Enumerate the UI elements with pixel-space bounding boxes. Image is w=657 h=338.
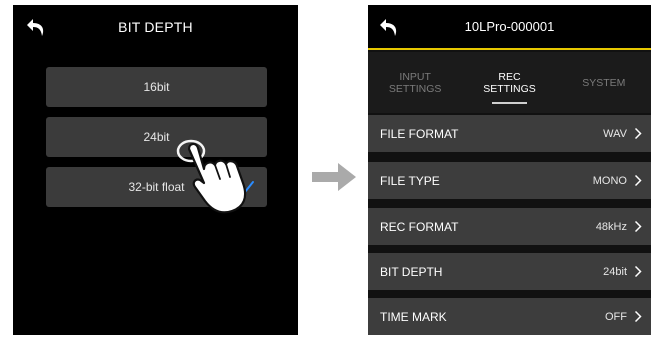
setting-label: FILE TYPE	[380, 173, 440, 188]
setting-row-bit-depth[interactable]: BIT DEPTH 24bit	[368, 253, 651, 290]
settings-tabs: INPUT SETTINGS REC SETTINGS SYSTEM	[368, 52, 651, 113]
chevron-right-icon	[634, 265, 642, 278]
setting-row-rec-format[interactable]: REC FORMAT 48kHz	[368, 208, 651, 245]
hand-tap-icon	[176, 139, 247, 214]
chevron-right-icon	[634, 127, 642, 140]
setting-value: 24bit	[603, 265, 627, 278]
option-label: 16bit	[143, 80, 170, 94]
device-name: 10LPro-000001	[464, 19, 555, 34]
chevron-right-icon	[634, 310, 642, 323]
setting-value: MONO	[592, 174, 627, 187]
bit-depth-header: BIT DEPTH	[13, 5, 298, 51]
setting-value: 48kHz	[595, 220, 627, 233]
setting-value: OFF	[605, 310, 627, 323]
bit-depth-screen: BIT DEPTH 16bit 24bit 32-bit float	[13, 5, 298, 335]
chevron-right-icon	[634, 174, 642, 187]
tab-input-settings[interactable]: INPUT SETTINGS	[368, 52, 462, 113]
option-16bit[interactable]: 16bit	[46, 67, 267, 107]
setting-label: REC FORMAT	[380, 219, 459, 234]
setting-label: BIT DEPTH	[380, 264, 443, 279]
tab-rec-settings[interactable]: REC SETTINGS	[462, 52, 556, 113]
page-title: BIT DEPTH	[118, 19, 193, 35]
setting-label: TIME MARK	[380, 309, 447, 324]
tab-system[interactable]: SYSTEM	[557, 52, 651, 113]
device-header: 10LPro-000001	[368, 5, 651, 50]
rec-settings-screen: 10LPro-000001 INPUT SETTINGS REC SETTING…	[368, 5, 651, 335]
chevron-right-icon	[634, 220, 642, 233]
setting-row-file-format[interactable]: FILE FORMAT WAV	[368, 115, 651, 152]
option-label: 24bit	[143, 130, 170, 144]
setting-row-time-mark[interactable]: TIME MARK OFF	[368, 298, 651, 335]
setting-row-file-type[interactable]: FILE TYPE MONO	[368, 162, 651, 199]
setting-label: FILE FORMAT	[380, 126, 459, 141]
right-arrow-icon	[312, 163, 356, 191]
setting-value: WAV	[603, 127, 627, 140]
